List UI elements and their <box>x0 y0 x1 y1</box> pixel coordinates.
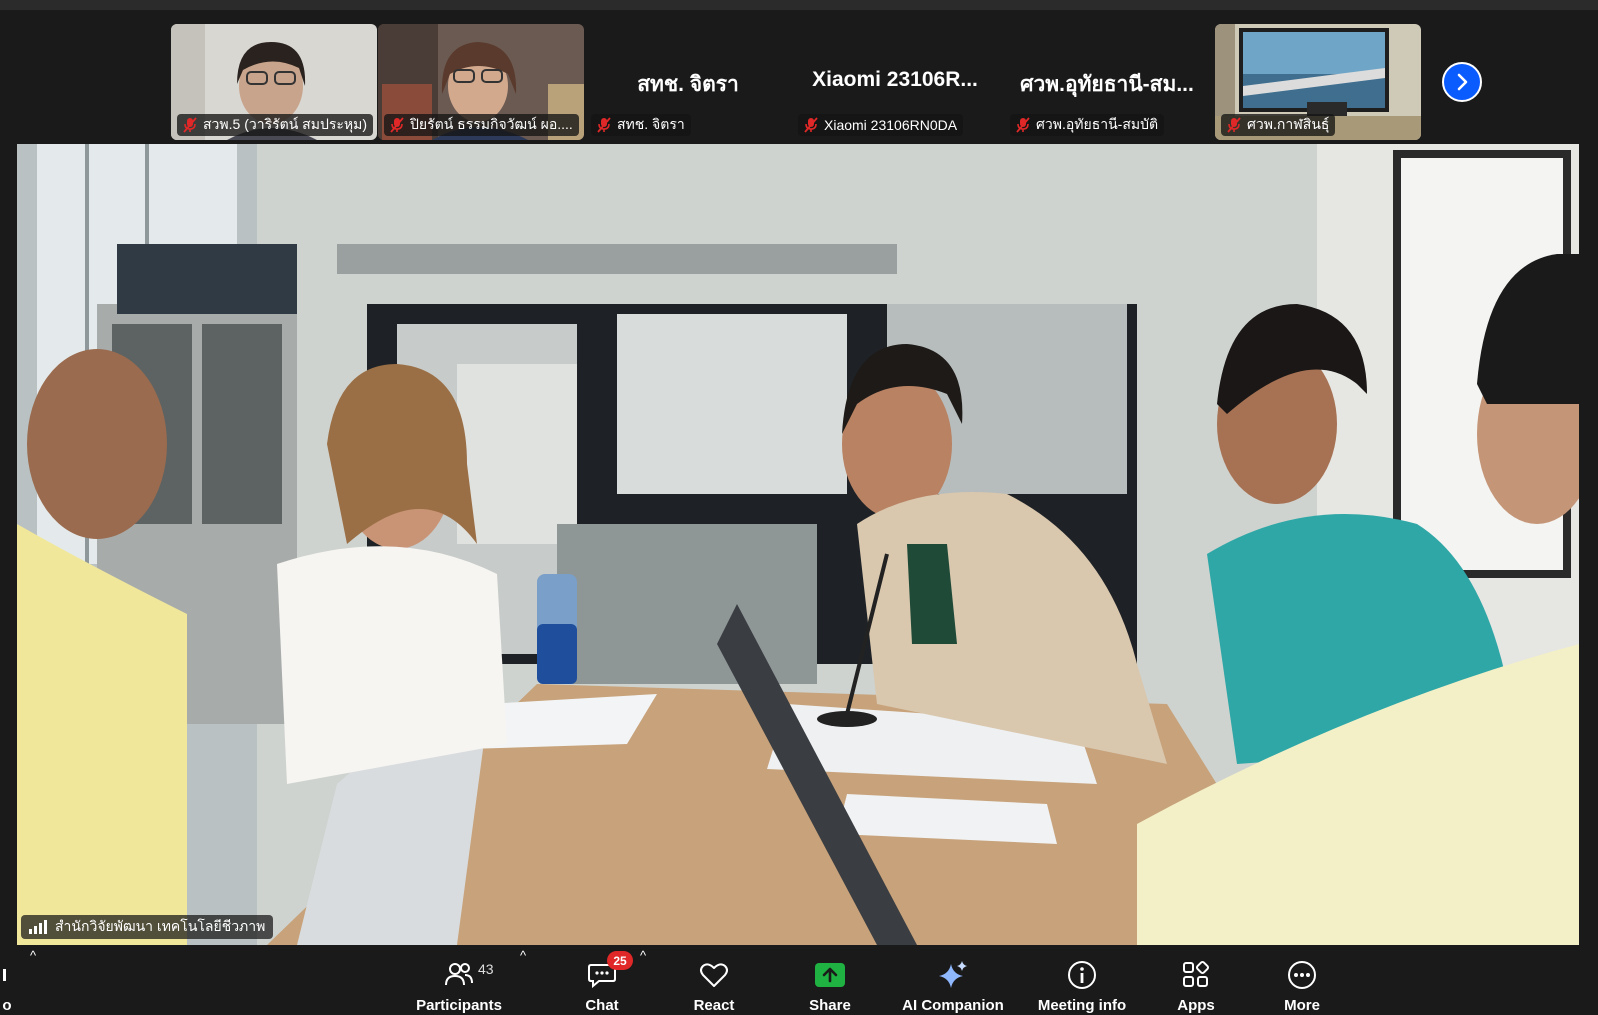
heart-icon <box>700 963 728 987</box>
participant-name-label: ปิยรัตน์ ธรรมกิจวัฒน์ ผอ.... <box>384 114 579 136</box>
mic-muted-icon <box>1227 117 1241 133</box>
share-screen-icon <box>815 963 845 987</box>
left-cut-button[interactable]: o <box>0 945 14 1015</box>
meeting-toolbar: o ^ 43 Participants ^ 25 Chat ^ React Sh… <box>0 945 1598 1015</box>
chat-button[interactable]: 25 Chat <box>572 945 633 1015</box>
connection-signal-icon <box>29 920 47 934</box>
apps-grid-icon <box>1183 960 1210 987</box>
participant-tile[interactable]: ปิยรัตน์ ธรรมกิจวัฒน์ ผอ.... <box>378 24 584 140</box>
sparkle-icon <box>939 961 967 988</box>
active-speaker-label: สำนักวิจัยพัฒนา เทคโนโลยีชีวภาพ <box>21 915 274 939</box>
next-page-button[interactable] <box>1442 62 1482 102</box>
participant-name-label: สทช. จิตรา <box>591 114 691 136</box>
participant-name-label: สวพ.5 (วาริรัตน์ สมประหุม) <box>177 114 373 136</box>
mic-muted-icon <box>1016 117 1030 133</box>
main-speaker-video[interactable]: สำนักวิจัยพัฒนา เทคโนโลยีชีวภาพ <box>17 144 1579 945</box>
participant-strip: สวพ.5 (วาริรัตน์ สมประหุม) ปิยรัตน์ ธรรม… <box>0 10 1598 143</box>
info-icon <box>1068 961 1096 989</box>
mic-muted-icon <box>183 117 197 133</box>
participant-name-label: ศวพ.อุทัยธานี-สมบัติ <box>1010 114 1165 136</box>
mic-muted-icon <box>390 117 404 133</box>
meeting-info-button[interactable]: Meeting info <box>1028 945 1136 1015</box>
participant-tile[interactable]: สทช. จิตรา สทช. จิตรา <box>585 24 791 140</box>
left-caret-up-icon[interactable]: ^ <box>30 948 36 963</box>
participant-display-name: ศวพ.อุทัยธานี-สม... <box>1020 73 1194 96</box>
participants-icon <box>445 963 473 986</box>
meeting-room-scene <box>17 144 1579 945</box>
ai-companion-button[interactable]: AI Companion <box>898 945 1008 1015</box>
participant-tile[interactable]: ศวพ.อุทัยธานี-สม... ศวพ.อุทัยธานี-สมบัติ <box>1004 24 1210 140</box>
participants-caret-up-icon[interactable]: ^ <box>520 948 526 963</box>
chat-unread-badge: 25 <box>607 951 633 970</box>
react-button[interactable]: React <box>684 945 744 1015</box>
participant-tile[interactable]: ศวพ.กาฬสินธุ์ <box>1215 24 1421 140</box>
chevron-right-icon <box>1457 73 1468 91</box>
more-dots-icon <box>1288 961 1316 989</box>
participants-button[interactable]: 43 Participants <box>409 945 509 1015</box>
mic-muted-icon <box>804 117 818 133</box>
more-button[interactable]: More <box>1272 945 1332 1015</box>
mic-muted-icon <box>597 117 611 133</box>
participant-name-label: Xiaomi 23106RN0DA <box>798 114 964 136</box>
chat-caret-up-icon[interactable]: ^ <box>640 948 646 963</box>
window-top-bar <box>0 0 1598 10</box>
partial-icon <box>3 969 6 981</box>
participant-tile[interactable]: สวพ.5 (วาริรัตน์ สมประหุม) <box>171 24 377 140</box>
participant-display-name: Xiaomi 23106R... <box>812 68 978 91</box>
participants-count: 43 <box>478 961 494 977</box>
apps-button[interactable]: Apps <box>1166 945 1226 1015</box>
participant-display-name: สทช. จิตรา <box>637 73 739 96</box>
share-button[interactable]: Share <box>800 945 860 1015</box>
participant-name-label: ศวพ.กาฬสินธุ์ <box>1221 114 1336 136</box>
participant-tile[interactable]: Xiaomi 23106R... Xiaomi 23106RN0DA <box>792 24 998 140</box>
